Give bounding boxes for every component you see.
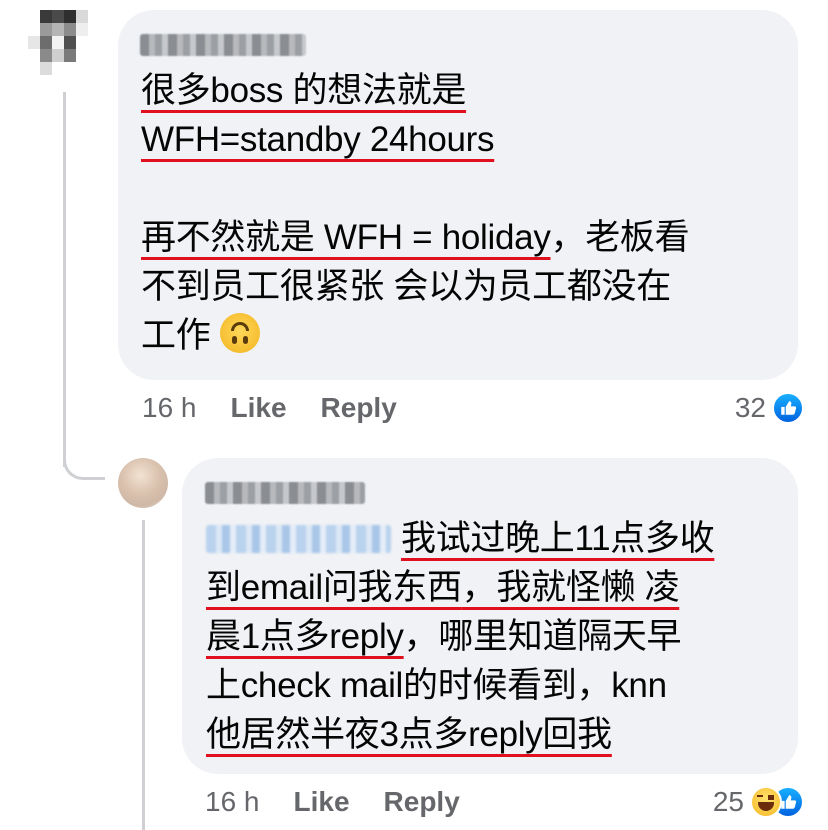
- comment-line: 再不然就是 WFH = holiday: [141, 218, 551, 257]
- avatar-pixel: [76, 10, 88, 23]
- avatar-pixel: [64, 75, 76, 88]
- avatar-pixel: [76, 36, 88, 49]
- avatar-pixel: [64, 62, 76, 75]
- reply-thread-line: [142, 520, 145, 830]
- reply-text: 我试过晚上11点多收 到email问我东西，我就怪懒 凌 晨1点多reply，哪…: [206, 514, 786, 759]
- avatar-pixel: [52, 36, 64, 49]
- avatar-pixel: [28, 36, 40, 49]
- avatar-pixel: [76, 62, 88, 75]
- reply-actions: 16 h Like Reply: [205, 786, 494, 818]
- haha-icon: [750, 786, 782, 818]
- avatar-pixel: [40, 36, 52, 49]
- avatar-pixel: [28, 49, 40, 62]
- timestamp[interactable]: 16 h: [205, 786, 260, 818]
- reply-button[interactable]: Reply: [384, 786, 460, 818]
- avatar-pixel: [40, 49, 52, 62]
- avatar-pixel: [52, 49, 64, 62]
- avatar-pixel: [28, 10, 40, 23]
- timestamp[interactable]: 16 h: [142, 392, 197, 424]
- avatar-pixel: [52, 62, 64, 75]
- avatar-pixel: [88, 23, 100, 36]
- avatar-pixel: [64, 10, 76, 23]
- comment-text: 很多boss 的想法就是 WFH=standby 24hours 再不然就是 W…: [141, 66, 791, 360]
- author-name-redacted[interactable]: [205, 482, 365, 504]
- reaction-count: 32: [734, 392, 766, 423]
- avatar-pixel: [40, 75, 52, 88]
- thread-connector: [63, 440, 105, 480]
- like-button[interactable]: Like: [294, 786, 350, 818]
- avatar-pixel: [64, 23, 76, 36]
- avatar-pixel: [28, 23, 40, 36]
- reply-underlined: 我试过晚上11点多收: [401, 519, 715, 558]
- avatar-pixel: [88, 62, 100, 75]
- upside-down-face-icon: [220, 313, 261, 353]
- reply-segment: 我试过晚上11点多收: [401, 519, 715, 558]
- reply-segment: 上check mail的时候看到，knn: [206, 666, 667, 705]
- reactions-summary[interactable]: 32: [735, 392, 804, 424]
- avatar-pixel: [40, 10, 52, 23]
- comment-line: 工作: [141, 316, 211, 355]
- avatar-pixel: [28, 62, 40, 75]
- avatar-pixel: [76, 75, 88, 88]
- avatar-pixel: [40, 62, 52, 75]
- mention-tag-redacted[interactable]: [206, 525, 391, 553]
- avatar-pixel: [76, 49, 88, 62]
- avatar-pixel: [64, 49, 76, 62]
- avatar-pixel: [64, 36, 76, 49]
- avatar-pixel: [52, 10, 64, 23]
- like-icon: [772, 392, 804, 424]
- reply-underlined: 晨1点多reply: [206, 617, 404, 656]
- avatar-pixel: [76, 23, 88, 36]
- reply-button[interactable]: Reply: [321, 392, 397, 424]
- reply-underlined: 他居然半夜3点多reply回我: [206, 715, 612, 754]
- thread-line: [63, 92, 66, 467]
- comment-line: WFH=standby 24hours: [141, 120, 495, 159]
- avatar[interactable]: [118, 458, 168, 508]
- avatar-pixel: [88, 36, 100, 49]
- reply-underlined: 到email问我东西: [206, 568, 462, 607]
- avatar-pixel: [40, 23, 52, 36]
- like-button[interactable]: Like: [231, 392, 287, 424]
- reply-underlined: ，我就怪懒 凌: [461, 568, 680, 607]
- reply-segment: ，哪里知道隔天早: [403, 617, 682, 656]
- author-name-redacted[interactable]: [140, 34, 306, 56]
- avatar-pixel: [52, 75, 64, 88]
- reactions-summary[interactable]: 25: [713, 786, 804, 818]
- avatar-pixel: [88, 75, 100, 88]
- comment-thread: 很多boss 的想法就是 WFH=standby 24hours 再不然就是 W…: [0, 0, 828, 830]
- avatar-pixel: [88, 10, 100, 23]
- avatar-pixel: [28, 75, 40, 88]
- comment-line: 很多boss 的想法就是: [141, 71, 467, 110]
- avatar[interactable]: [28, 10, 100, 88]
- comment-line: ，老板看: [550, 218, 690, 257]
- comment-line: 不到员工很紧张 会以为员工都没在: [141, 267, 671, 306]
- comment-actions: 16 h Like Reply: [142, 392, 431, 424]
- avatar-pixel: [88, 49, 100, 62]
- avatar-pixel: [52, 23, 64, 36]
- reaction-count: 25: [712, 786, 744, 817]
